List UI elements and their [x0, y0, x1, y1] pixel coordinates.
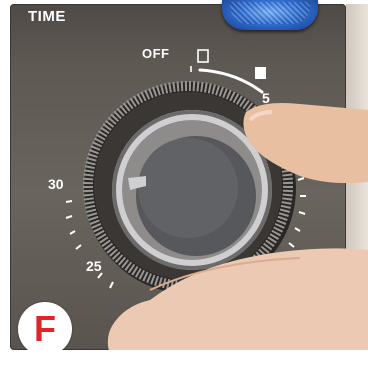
- bottom-margin: [0, 350, 368, 367]
- toaster-oven-timer-photo: TIME OFF 5 30 25 F: [0, 0, 368, 367]
- step-badge: F: [18, 302, 72, 356]
- step-letter: F: [34, 308, 56, 349]
